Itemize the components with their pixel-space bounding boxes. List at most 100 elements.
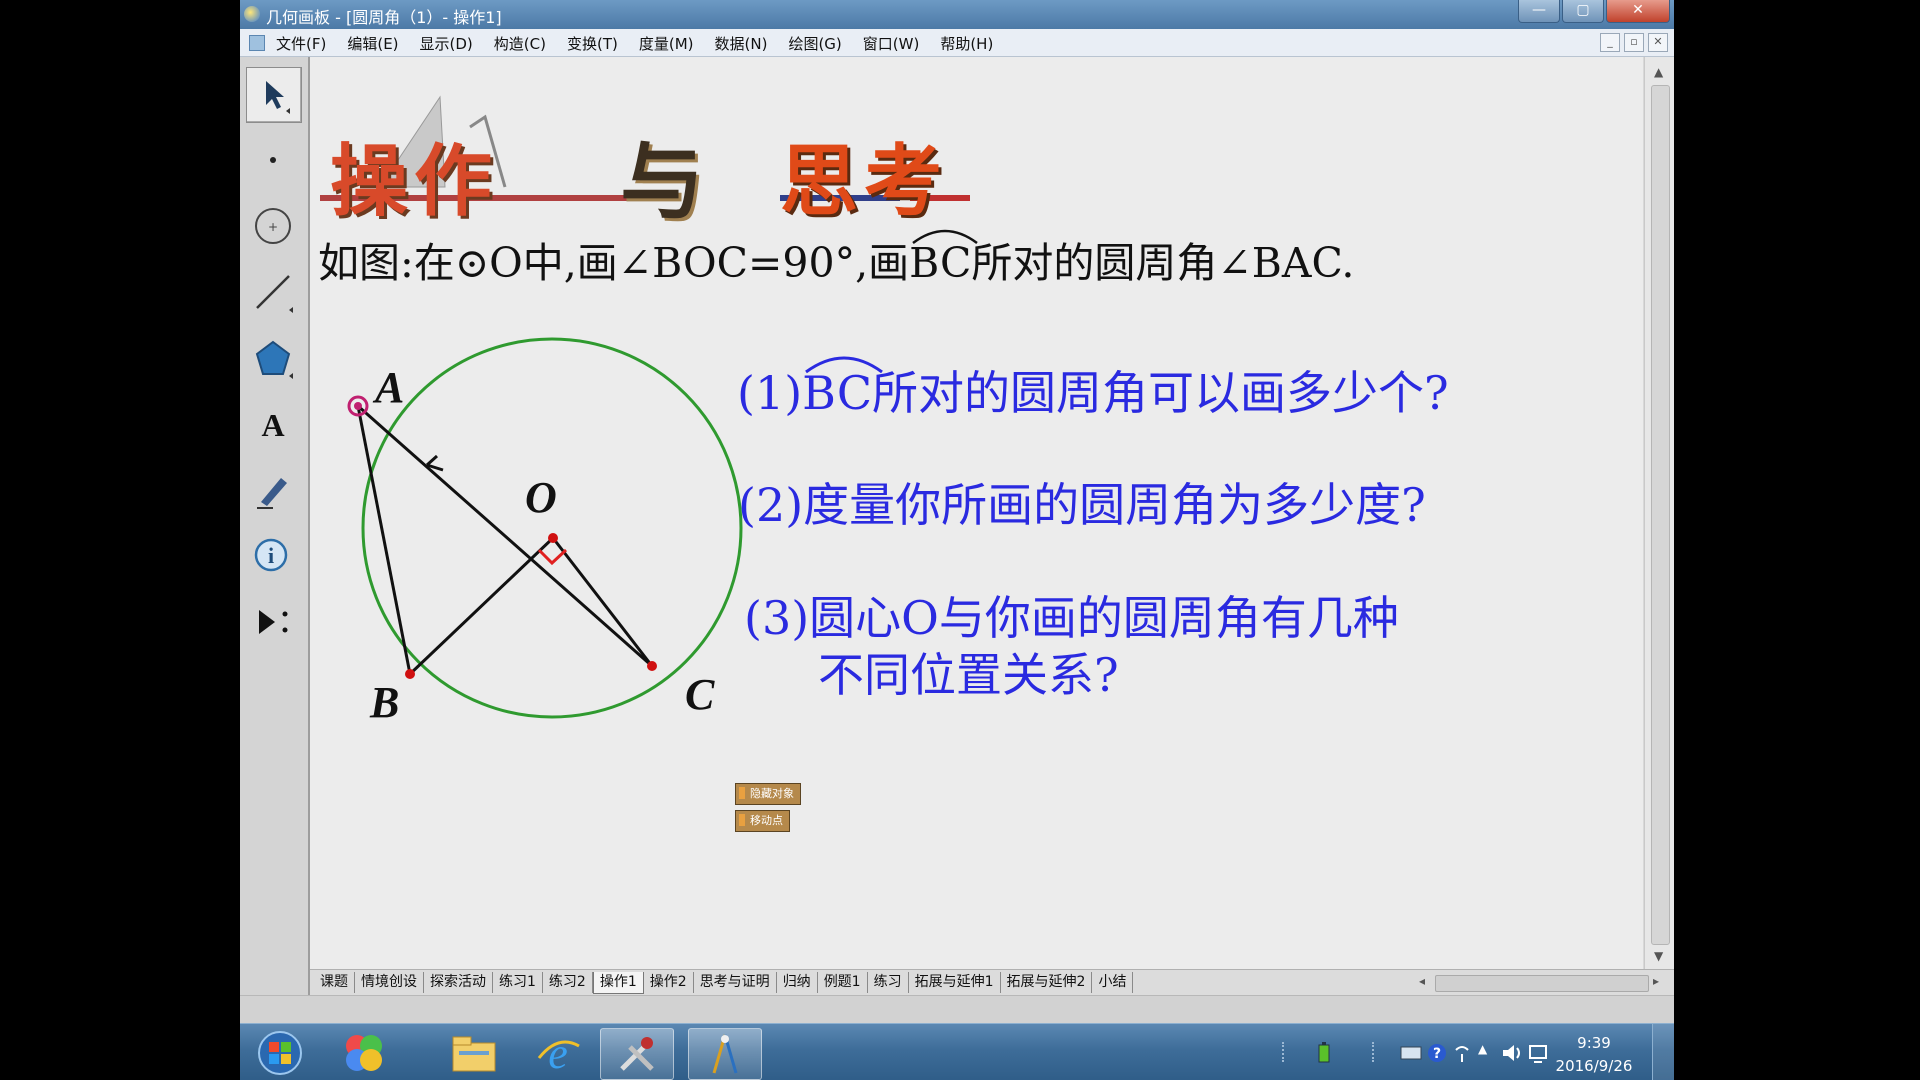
page-tab[interactable]: 小结 — [1092, 972, 1134, 993]
page-tab[interactable]: 练习1 — [493, 972, 543, 993]
horizontal-scrollbar[interactable]: ◂ ▸ — [1415, 974, 1665, 992]
point-tool-icon[interactable] — [246, 133, 300, 187]
page-tab[interactable]: 拓展与延伸2 — [1001, 972, 1093, 993]
page-tab[interactable]: 练习 — [868, 972, 909, 993]
menu-help[interactable]: 帮助(H) — [940, 33, 993, 54]
menu-window[interactable]: 窗口(W) — [863, 33, 920, 54]
point-a — [354, 402, 362, 410]
internet-explorer-icon[interactable]: e — [522, 1028, 594, 1078]
document-icon[interactable] — [249, 35, 265, 51]
menu-file[interactable]: 文件(F) — [276, 33, 326, 54]
tray-divider — [1372, 1042, 1388, 1062]
page-tab[interactable]: 探索活动 — [424, 972, 493, 993]
vertical-scroll-thumb[interactable] — [1651, 85, 1670, 945]
toolbox: + A i — [240, 57, 310, 995]
horizontal-scroll-thumb[interactable] — [1435, 975, 1649, 992]
menu-edit[interactable]: 编辑(E) — [347, 33, 398, 54]
problem-prefix: 如图:在⊙O中,画∠BOC=90°,画 — [318, 239, 910, 287]
geometers-sketchpad-icon[interactable] — [688, 1028, 762, 1080]
information-tool-icon[interactable]: i — [246, 529, 300, 583]
file-explorer-icon[interactable] — [438, 1028, 510, 1078]
segment-ob[interactable] — [408, 536, 555, 676]
page-tab[interactable]: 课题 — [314, 972, 355, 993]
point-c[interactable] — [647, 661, 657, 671]
marker-tool-icon[interactable] — [246, 463, 300, 517]
action-center-icon[interactable] — [1528, 1042, 1550, 1068]
scroll-right-icon[interactable]: ▸ — [1653, 974, 1659, 988]
q1-arc-mark — [805, 356, 884, 374]
page-tab[interactable]: 情境创设 — [355, 972, 424, 993]
point-b[interactable] — [405, 669, 415, 679]
sketch-canvas[interactable]: 操作 与 思考 如图:在⊙O中,画∠BOC=90°,画 BC所对的圆周角∠BAC.… — [310, 57, 1643, 969]
svg-text:e: e — [548, 1029, 568, 1078]
start-orb-icon[interactable] — [244, 1028, 316, 1078]
menu-bar: 文件(F) 编辑(E) 显示(D) 构造(C) 变换(T) 度量(M) 数据(N… — [240, 29, 1674, 57]
menu-number[interactable]: 数据(N) — [715, 33, 768, 54]
svg-text:A: A — [261, 407, 284, 443]
show-desktop-button[interactable] — [1652, 1024, 1674, 1080]
compass-tool-icon[interactable]: + — [246, 199, 300, 253]
banner-title-sikao: 思考 — [780, 136, 949, 227]
problem-suffix: 所对的圆周角∠BAC. — [971, 239, 1355, 287]
clock[interactable]: 9:39 2016/9/26 — [1549, 1032, 1639, 1078]
sketchpad-app-icon — [244, 6, 260, 22]
hide-objects-button[interactable]: 隐藏对象 — [735, 783, 801, 805]
arrow-select-tool-icon[interactable] — [246, 67, 302, 123]
doc-restore-button[interactable]: ▫ — [1624, 33, 1644, 52]
move-point-button[interactable]: 移动点 — [735, 810, 790, 832]
custom-tool-icon[interactable] — [246, 595, 300, 649]
window-controls: — ▢ ✕ — [1518, 0, 1670, 23]
minimize-button[interactable]: — — [1518, 0, 1560, 23]
text-tool-icon[interactable]: A — [246, 397, 300, 451]
keyboard-icon[interactable] — [1400, 1042, 1422, 1066]
label-a: A — [375, 363, 405, 412]
vertical-scrollbar[interactable]: ▲ ▼ — [1644, 57, 1674, 969]
menu-graph[interactable]: 绘图(G) — [788, 33, 841, 54]
polygon-tool-icon[interactable] — [246, 331, 300, 385]
circle-o[interactable] — [361, 337, 743, 719]
scroll-down-icon[interactable]: ▼ — [1654, 949, 1663, 963]
question-1: (1) BC所对的圆周角可以画多少个? — [737, 356, 1449, 423]
menu-transform[interactable]: 变换(T) — [567, 33, 618, 54]
menu-display[interactable]: 显示(D) — [420, 33, 473, 54]
close-button[interactable]: ✕ — [1606, 0, 1670, 23]
volume-icon[interactable] — [1500, 1042, 1524, 1068]
page-tab[interactable]: 思考与证明 — [694, 972, 777, 993]
segment-oc[interactable] — [551, 537, 654, 667]
page-tab[interactable]: 拓展与延伸1 — [909, 972, 1001, 993]
doc-close-button[interactable]: ✕ — [1648, 33, 1668, 52]
tools-icon[interactable] — [600, 1028, 674, 1080]
menu-construct[interactable]: 构造(C) — [494, 33, 546, 54]
scroll-left-icon[interactable]: ◂ — [1419, 974, 1425, 988]
page-tab[interactable]: 例题1 — [818, 972, 868, 993]
banner: 操作 与 思考 — [320, 77, 1080, 231]
label-b: B — [370, 678, 400, 727]
scroll-up-icon[interactable]: ▲ — [1654, 65, 1663, 79]
label-o: O — [525, 473, 557, 522]
clock-time: 9:39 — [1577, 1034, 1611, 1052]
battery-icon[interactable] — [1316, 1042, 1332, 1068]
clock-date: 2016/9/26 — [1555, 1057, 1633, 1075]
menu-measure[interactable]: 度量(M) — [639, 33, 694, 54]
question-3-line2: 不同位置关系? — [818, 648, 1119, 702]
page-tabs-bar: 课题 情境创设 探索活动 练习1 练习2 操作1 操作2 思考与证明 归纳 例题… — [310, 969, 1674, 996]
page-tab[interactable]: 练习2 — [543, 972, 593, 993]
colorful-app-icon[interactable] — [328, 1028, 400, 1078]
banner-title-yu: 与 — [620, 132, 705, 231]
network-icon[interactable] — [1452, 1042, 1472, 1068]
restore-button[interactable]: ▢ — [1562, 0, 1604, 23]
page-tab-active[interactable]: 操作1 — [592, 972, 644, 994]
screen: 几何画板 - [圆周角（1）- 操作1] — ▢ ✕ 文件(F) 编辑(E) 显… — [240, 0, 1674, 1080]
point-o[interactable] — [548, 533, 558, 543]
svg-text:+: + — [268, 220, 278, 234]
tray-divider — [1282, 1042, 1298, 1062]
page-tab[interactable]: 操作2 — [644, 972, 694, 993]
problem-statement: 如图:在⊙O中,画∠BOC=90°,画 BC所对的圆周角∠BAC. — [318, 229, 1354, 289]
help-icon[interactable]: ? — [1426, 1042, 1448, 1068]
straightedge-tool-icon[interactable] — [246, 265, 300, 319]
doc-minimize-button[interactable]: _ — [1600, 33, 1620, 52]
window-title: 几何画板 - [圆周角（1）- 操作1] — [266, 8, 502, 27]
right-angle-mark — [537, 548, 568, 566]
show-hidden-icons-icon[interactable]: ▲ — [1478, 1042, 1487, 1056]
page-tab[interactable]: 归纳 — [777, 972, 818, 993]
